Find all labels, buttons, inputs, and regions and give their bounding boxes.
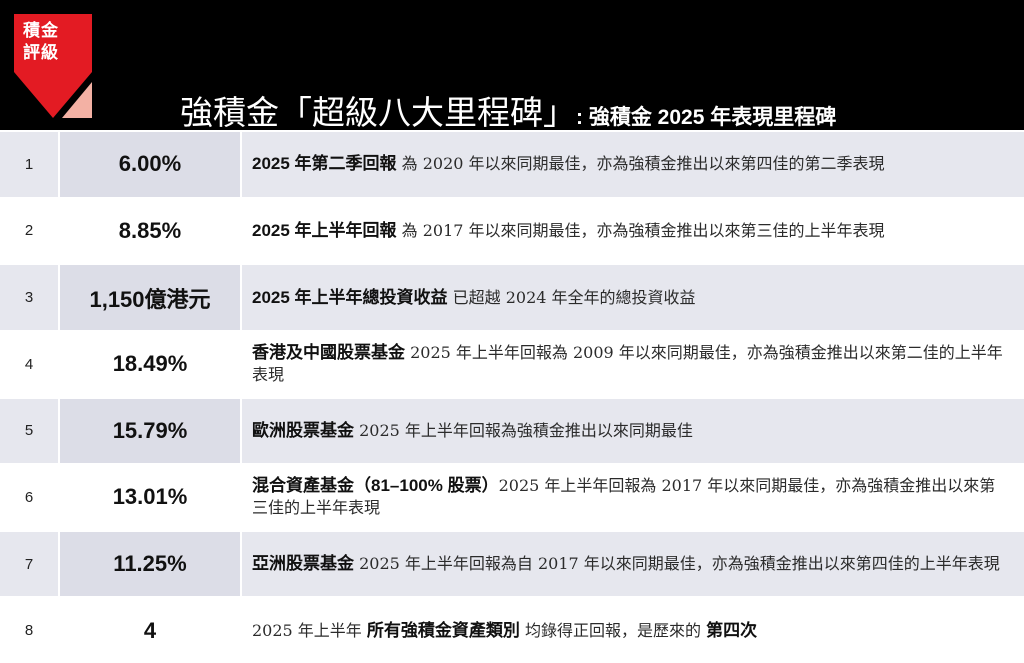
- milestone-description: 歐洲股票基金 2025 年上半年回報為強積金推出以來同期最佳: [240, 398, 1024, 464]
- rating-badge: 積金 評級: [14, 14, 96, 118]
- table-row: 1 6.00% 2025 年第二季回報 為 2020 年以來同期最佳，亦為強積金推出…: [0, 130, 1024, 197]
- milestone-description: 混合資產基金（81–100% 股票）2025 年上半年回報為 2017 年以來同…: [240, 465, 1024, 530]
- milestone-value: 4: [58, 598, 240, 663]
- milestone-value: 1,150億港元: [58, 265, 240, 330]
- table-row: 5 15.79% 歐洲股票基金 2025 年上半年回報為強積金推出以來同期最佳: [0, 396, 1024, 464]
- badge-text-line2: 評級: [23, 43, 59, 62]
- milestone-value: 15.79%: [58, 398, 240, 464]
- milestone-description: 2025 年第二季回報 為 2020 年以來同期最佳，亦為強積金推出以來第四佳的…: [240, 132, 1024, 197]
- row-number: 7: [24, 555, 34, 573]
- description-text: 歐洲股票基金 2025 年上半年回報為強積金推出以來同期最佳: [252, 420, 693, 442]
- row-number: 3: [24, 289, 34, 307]
- milestone-value: 11.25%: [58, 531, 240, 597]
- description-body-2: 均錄得正回報，是歷來的: [519, 620, 707, 640]
- table-row: 3 1,150億港元 2025 年上半年總投資收益 已超越 2024 年全年的總投資…: [0, 263, 1024, 330]
- description-tail: 第四次: [706, 620, 758, 640]
- description-body: 為 2017 年以來同期最佳，亦為強積金推出以來第三佳的上半年表現: [396, 220, 885, 240]
- table-row: 4 18.49% 香港及中國股票基金 2025 年上半年回報為 2009 年以來同期…: [0, 329, 1024, 397]
- row-number: 2: [24, 222, 34, 240]
- badge-text-line1: 積金: [23, 21, 59, 40]
- milestones-table: 1 6.00% 2025 年第二季回報 為 2020 年以來同期最佳，亦為強積金推出…: [0, 130, 1024, 663]
- description-text: 混合資產基金（81–100% 股票）2025 年上半年回報為 2017 年以來同…: [252, 475, 1010, 519]
- description-text: 2025 年上半年 所有強積金資產類別 均錄得正回報，是歷來的 第四次: [252, 620, 757, 642]
- description-body: 為 2020 年以來同期最佳，亦為強積金推出以來第四佳的第二季表現: [396, 154, 885, 174]
- table-row: 6 13.01% 混合資產基金（81–100% 股票）2025 年上半年回報為 20…: [0, 463, 1024, 530]
- description-lead: 歐洲股票基金: [252, 420, 354, 440]
- milestone-value: 18.49%: [58, 331, 240, 397]
- milestone-description: 2025 年上半年回報 為 2017 年以來同期最佳，亦為強積金推出以來第三佳的…: [240, 198, 1024, 264]
- page-title: 強積金「超級八大里程碑」: 強積金 2025 年表現里程碑: [180, 86, 837, 132]
- row-number: 5: [24, 422, 34, 440]
- description-body: 2025 年上半年回報為強積金推出以來同期最佳: [354, 420, 693, 440]
- description-emphasis: 所有強積金資產類別: [366, 620, 520, 640]
- table-row: 2 8.85% 2025 年上半年回報 為 2017 年以來同期最佳，亦為強積金推出…: [0, 196, 1024, 264]
- row-number: 4: [24, 355, 34, 373]
- description-body: 2025 年上半年回報為自 2017 年以來同期最佳，亦為強積金推出以來第四佳的…: [354, 554, 1000, 574]
- description-lead: 2025 年上半年總投資收益: [252, 287, 448, 307]
- description-text: 2025 年第二季回報 為 2020 年以來同期最佳，亦為強積金推出以來第四佳的…: [252, 153, 885, 175]
- header-banner: 積金 評級 強積金「超級八大里程碑」: 強積金 2025 年表現里程碑: [0, 0, 1024, 132]
- description-text: 2025 年上半年回報 為 2017 年以來同期最佳，亦為強積金推出以來第三佳的…: [252, 220, 885, 242]
- description-text: 香港及中國股票基金 2025 年上半年回報為 2009 年以來同期最佳，亦為強積…: [252, 342, 1010, 386]
- milestone-value: 8.85%: [58, 198, 240, 264]
- description-lead: 2025 年上半年回報: [252, 220, 397, 240]
- row-number: 1: [24, 155, 34, 173]
- table-row: 7 11.25% 亞洲股票基金 2025 年上半年回報為自 2017 年以來同期最佳…: [0, 529, 1024, 597]
- description-body: 2025 年上半年: [252, 620, 367, 640]
- milestone-description: 亞洲股票基金 2025 年上半年回報為自 2017 年以來同期最佳，亦為強積金推…: [240, 531, 1024, 597]
- milestone-value: 13.01%: [58, 465, 240, 530]
- description-lead: 亞洲股票基金: [252, 554, 354, 574]
- title-main: 強積金「超級八大里程碑」: [180, 93, 576, 132]
- milestone-description: 2025 年上半年總投資收益 已超越 2024 年全年的總投資收益: [240, 265, 1024, 330]
- row-number: 6: [24, 488, 34, 506]
- milestone-description: 香港及中國股票基金 2025 年上半年回報為 2009 年以來同期最佳，亦為強積…: [240, 331, 1024, 397]
- description-lead: 香港及中國股票基金: [252, 343, 405, 363]
- row-number: 8: [24, 622, 34, 640]
- description-body: 已超越 2024 年全年的總投資收益: [447, 287, 696, 307]
- description-text: 2025 年上半年總投資收益 已超越 2024 年全年的總投資收益: [252, 287, 696, 309]
- title-sub: : 強積金 2025 年表現里程碑: [576, 106, 837, 129]
- description-lead: 2025 年第二季回報: [252, 154, 397, 174]
- milestone-value: 6.00%: [58, 132, 240, 197]
- milestone-description: 2025 年上半年 所有強積金資產類別 均錄得正回報，是歷來的 第四次: [240, 598, 1024, 663]
- description-text: 亞洲股票基金 2025 年上半年回報為自 2017 年以來同期最佳，亦為強積金推…: [252, 553, 1000, 575]
- description-lead: 混合資產基金（81–100% 股票）: [252, 476, 499, 496]
- table-row: 8 4 2025 年上半年 所有強積金資產類別 均錄得正回報，是歷來的 第四次: [0, 596, 1024, 663]
